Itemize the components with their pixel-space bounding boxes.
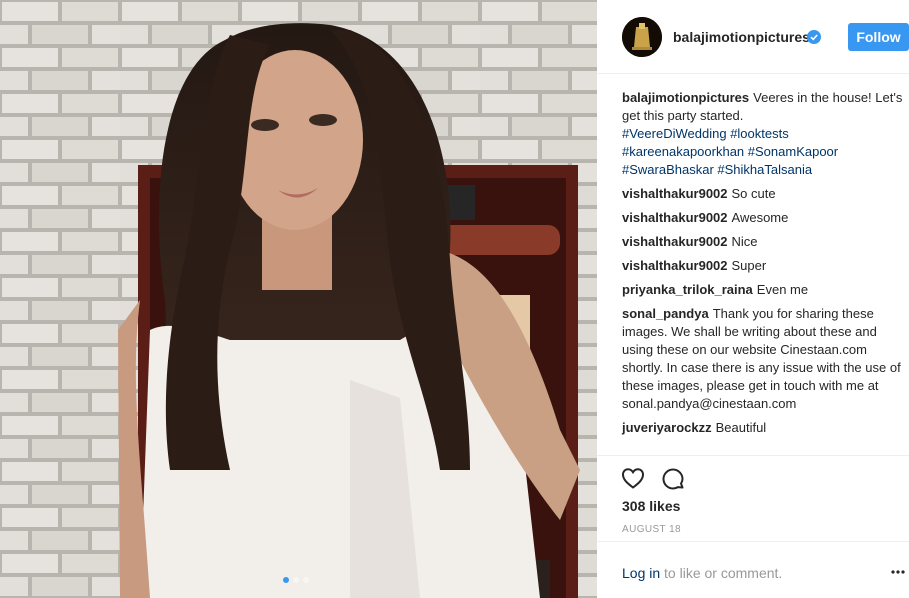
hashtag[interactable]: #VeereDiWedding (622, 126, 727, 141)
post-header: balajimotionpictures Follow (597, 0, 909, 74)
logo-icon (622, 17, 662, 57)
comment-text: Thank you for sharing these images. We s… (622, 306, 901, 411)
login-footer: Log in to like or comment. (597, 541, 909, 598)
comment-text: Super (731, 258, 767, 273)
comment-username[interactable]: juveriyarockzz (622, 420, 712, 435)
comment-username[interactable]: vishalthakur9002 (622, 210, 728, 225)
hashtag[interactable]: #kareenakapoorkhan (622, 144, 744, 159)
caption: balajimotionpictures Veeres in the house!… (622, 89, 904, 179)
carousel-dot[interactable] (283, 577, 289, 583)
caption-username[interactable]: balajimotionpictures (622, 90, 749, 105)
comment-text: So cute (731, 186, 776, 201)
login-suffix: to like or comment. (660, 565, 783, 581)
comment-text: Even me (756, 282, 809, 297)
hashtag[interactable]: #SonamKapoor (748, 144, 838, 159)
post-sidebar: balajimotionpictures Follow balajimotion… (597, 0, 909, 598)
comment-username[interactable]: vishalthakur9002 (622, 234, 728, 249)
carousel-dot[interactable] (303, 577, 309, 583)
hashtag[interactable]: #ShikhaTalsania (717, 162, 812, 177)
comment-item: sonal_pandya Thank you for sharing these … (622, 305, 904, 413)
hashtag[interactable]: #looktests (730, 126, 789, 141)
comment-username[interactable]: vishalthakur9002 (622, 258, 728, 273)
login-link[interactable]: Log in (622, 565, 660, 581)
comment-item: vishalthakur9002 Nice (622, 233, 904, 251)
comment-text: Beautiful (715, 420, 767, 435)
verified-badge-icon (807, 30, 821, 44)
comment-text: Nice (731, 234, 758, 249)
carousel-dots (283, 577, 309, 583)
comment-item: priyanka_trilok_raina Even me (622, 281, 904, 299)
avatar[interactable] (622, 17, 662, 57)
comment-item: juveriyarockzz Beautiful (622, 419, 904, 437)
carousel-dot[interactable] (293, 577, 299, 583)
hashtag[interactable]: #SwaraBhaskar (622, 162, 714, 177)
comments-list: balajimotionpictures Veeres in the house!… (622, 89, 904, 443)
comment-text: Awesome (731, 210, 789, 225)
comment-item: vishalthakur9002 So cute (622, 185, 904, 203)
login-prompt: Log in to like or comment. (622, 565, 782, 581)
heart-icon[interactable] (621, 467, 645, 489)
header-username[interactable]: balajimotionpictures (673, 29, 810, 45)
post-date: AUGUST 18 (622, 524, 681, 535)
post-photo[interactable] (0, 0, 597, 598)
comment-username[interactable]: sonal_pandya (622, 306, 709, 321)
likes-count[interactable]: 308 likes (622, 498, 680, 514)
more-options-icon[interactable] (891, 570, 905, 574)
photo-illustration (0, 0, 597, 598)
comment-item: vishalthakur9002 Super (622, 257, 904, 275)
comment-username[interactable]: vishalthakur9002 (622, 186, 728, 201)
comment-bubble-icon[interactable] (661, 467, 685, 491)
comment-username[interactable]: priyanka_trilok_raina (622, 282, 753, 297)
follow-button[interactable]: Follow (848, 23, 909, 51)
comment-item: vishalthakur9002 Awesome (622, 209, 904, 227)
action-bar (597, 455, 909, 490)
